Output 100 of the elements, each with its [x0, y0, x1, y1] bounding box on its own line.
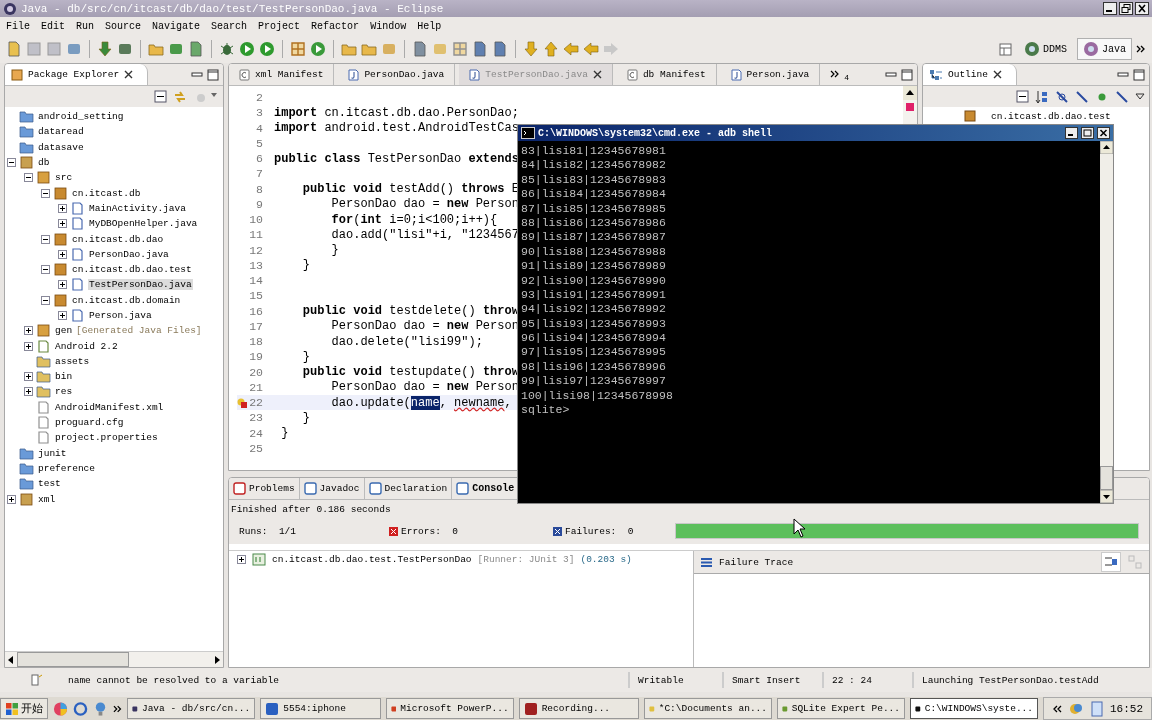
- expand-toggle[interactable]: [24, 341, 33, 351]
- maximize-icon[interactable]: [901, 68, 913, 81]
- tree-item[interactable]: proguard.cfg: [54, 417, 125, 429]
- view-tab[interactable]: Javadoc: [299, 478, 365, 499]
- restore-icon[interactable]: [1119, 2, 1133, 15]
- tree-item[interactable]: project.properties: [54, 432, 159, 444]
- maximize-icon[interactable]: [207, 68, 219, 81]
- tree-item[interactable]: Android 2.2: [54, 340, 119, 352]
- up-arrow-icon[interactable]: [543, 41, 559, 57]
- close-icon[interactable]: [592, 70, 602, 79]
- new-class-icon[interactable]: [188, 41, 204, 57]
- expand-toggle[interactable]: [41, 265, 50, 275]
- chevron-icon[interactable]: [1136, 44, 1146, 54]
- chevron-icon[interactable]: [112, 703, 123, 714]
- expand-toggle[interactable]: [58, 280, 67, 290]
- tree-item[interactable]: assets: [54, 355, 91, 367]
- sort-icon[interactable]: [1035, 89, 1049, 104]
- taskbar-button[interactable]: *C:\Documents an...: [644, 698, 772, 719]
- tree-item[interactable]: MainActivity.java: [88, 202, 187, 214]
- tree-item[interactable]: preference: [37, 462, 96, 474]
- expand-toggle[interactable]: [7, 158, 16, 168]
- menu-item[interactable]: Window: [370, 20, 407, 32]
- browser-icon[interactable]: [72, 700, 88, 717]
- menu-item[interactable]: Help: [417, 20, 442, 32]
- run-icon[interactable]: [239, 41, 255, 57]
- perspective-button[interactable]: DDMS: [1017, 38, 1073, 60]
- tree-item[interactable]: cn.itcast.db.dao: [71, 233, 165, 245]
- chevron-icon[interactable]: [830, 70, 841, 79]
- maximize-icon[interactable]: [1133, 68, 1145, 81]
- test-name[interactable]: cn.itcast.db.dao.test.TestPersonDao: [272, 554, 472, 565]
- tree-item[interactable]: AndroidManifest.xml: [54, 401, 165, 413]
- expand-toggle[interactable]: [41, 295, 50, 305]
- tree-item[interactable]: cn.itcast.db.dao.test: [71, 264, 193, 276]
- left-arrow-icon[interactable]: [583, 41, 599, 57]
- bug-icon[interactable]: [219, 41, 235, 57]
- menu-item[interactable]: Source: [105, 20, 142, 32]
- expand-toggle[interactable]: [41, 234, 50, 244]
- collapse-all-icon[interactable]: [1016, 90, 1029, 103]
- minimize-icon[interactable]: [1065, 127, 1078, 139]
- expand-toggle[interactable]: [24, 326, 33, 336]
- outline-item[interactable]: cn.itcast.db.dao.test: [991, 110, 1111, 122]
- maximize-icon[interactable]: [1081, 127, 1094, 139]
- open-perspective-icon[interactable]: [997, 41, 1014, 57]
- tree-item[interactable]: xml: [37, 493, 57, 505]
- taskbar-button[interactable]: Microsoft PowerP...: [385, 698, 514, 719]
- taskbar-button[interactable]: SQLite Expert Pe...: [777, 698, 905, 719]
- left-arrow-icon[interactable]: [563, 41, 579, 57]
- expand-toggle[interactable]: [237, 555, 246, 564]
- expand-toggle[interactable]: [24, 372, 33, 382]
- expand-toggle[interactable]: [58, 219, 67, 229]
- tree-item[interactable]: res: [54, 386, 74, 398]
- down-arrow-icon[interactable]: [523, 41, 539, 57]
- editor-tab[interactable]: xml Manifest: [229, 64, 335, 85]
- taskbar-button[interactable]: 5554:iphone: [260, 698, 381, 719]
- hidden-tab-count[interactable]: 4: [844, 73, 850, 82]
- document-icon[interactable]: [472, 41, 488, 57]
- view-tab[interactable]: Outline: [923, 64, 1017, 85]
- expand-toggle[interactable]: [58, 311, 67, 320]
- close-icon[interactable]: [992, 70, 1002, 79]
- horizontal-scrollbar[interactable]: [5, 651, 223, 667]
- tree-item[interactable]: db: [37, 157, 51, 169]
- download-icon[interactable]: [97, 41, 113, 57]
- scroll-down-icon[interactable]: [1100, 490, 1113, 503]
- menu-item[interactable]: Search: [211, 20, 248, 32]
- taskbar-button[interactable]: C:\WINDOWS\syste...: [910, 698, 1038, 719]
- menu-item[interactable]: Navigate: [152, 20, 201, 32]
- tree-item[interactable]: cn.itcast.db.domain: [71, 294, 182, 306]
- vertical-scrollbar[interactable]: [1100, 141, 1113, 503]
- expand-toggle[interactable]: [24, 387, 33, 397]
- taskbar-button[interactable]: Java - db/src/cn...: [127, 698, 256, 719]
- expand-toggle[interactable]: [24, 173, 33, 183]
- grid-icon[interactable]: [290, 41, 306, 57]
- menu-item[interactable]: Edit: [41, 20, 66, 32]
- tree-item[interactable]: android_setting: [37, 111, 125, 123]
- tree-item[interactable]: PersonDao.java: [88, 248, 170, 260]
- run-tool-icon[interactable]: [259, 41, 275, 57]
- perspective-button[interactable]: Java: [1077, 38, 1132, 60]
- scroll-thumb[interactable]: [1100, 466, 1113, 490]
- close-icon[interactable]: [124, 70, 134, 79]
- close-icon[interactable]: [1135, 2, 1149, 15]
- tree-item[interactable]: MyDBOpenHelper.java: [88, 218, 199, 230]
- menu-item[interactable]: Refactor: [311, 20, 360, 32]
- color-wheel-icon[interactable]: [53, 700, 68, 717]
- tree-item[interactable]: TestPersonDao.java: [88, 279, 193, 291]
- view-tab[interactable]: Package Explorer: [5, 64, 149, 85]
- view-tab[interactable]: Problems: [229, 478, 300, 499]
- chevron-icon[interactable]: [1052, 703, 1062, 714]
- scroll-up-icon[interactable]: [1100, 141, 1113, 154]
- expand-toggle[interactable]: [58, 203, 67, 213]
- minimize-icon[interactable]: [1103, 2, 1117, 15]
- expand-toggle[interactable]: [58, 249, 67, 259]
- menu-item[interactable]: Run: [76, 20, 95, 32]
- tree-item[interactable]: dataread: [37, 126, 85, 138]
- collapse-all-icon[interactable]: [154, 90, 167, 103]
- tree-item[interactable]: bin: [54, 371, 74, 383]
- menu-item[interactable]: File: [6, 20, 30, 32]
- tree-item[interactable]: cn.itcast.db: [71, 187, 142, 199]
- tree-item[interactable]: src: [54, 172, 74, 184]
- view-tab[interactable]: Declaration: [364, 478, 453, 499]
- menu-item[interactable]: Project: [258, 20, 301, 32]
